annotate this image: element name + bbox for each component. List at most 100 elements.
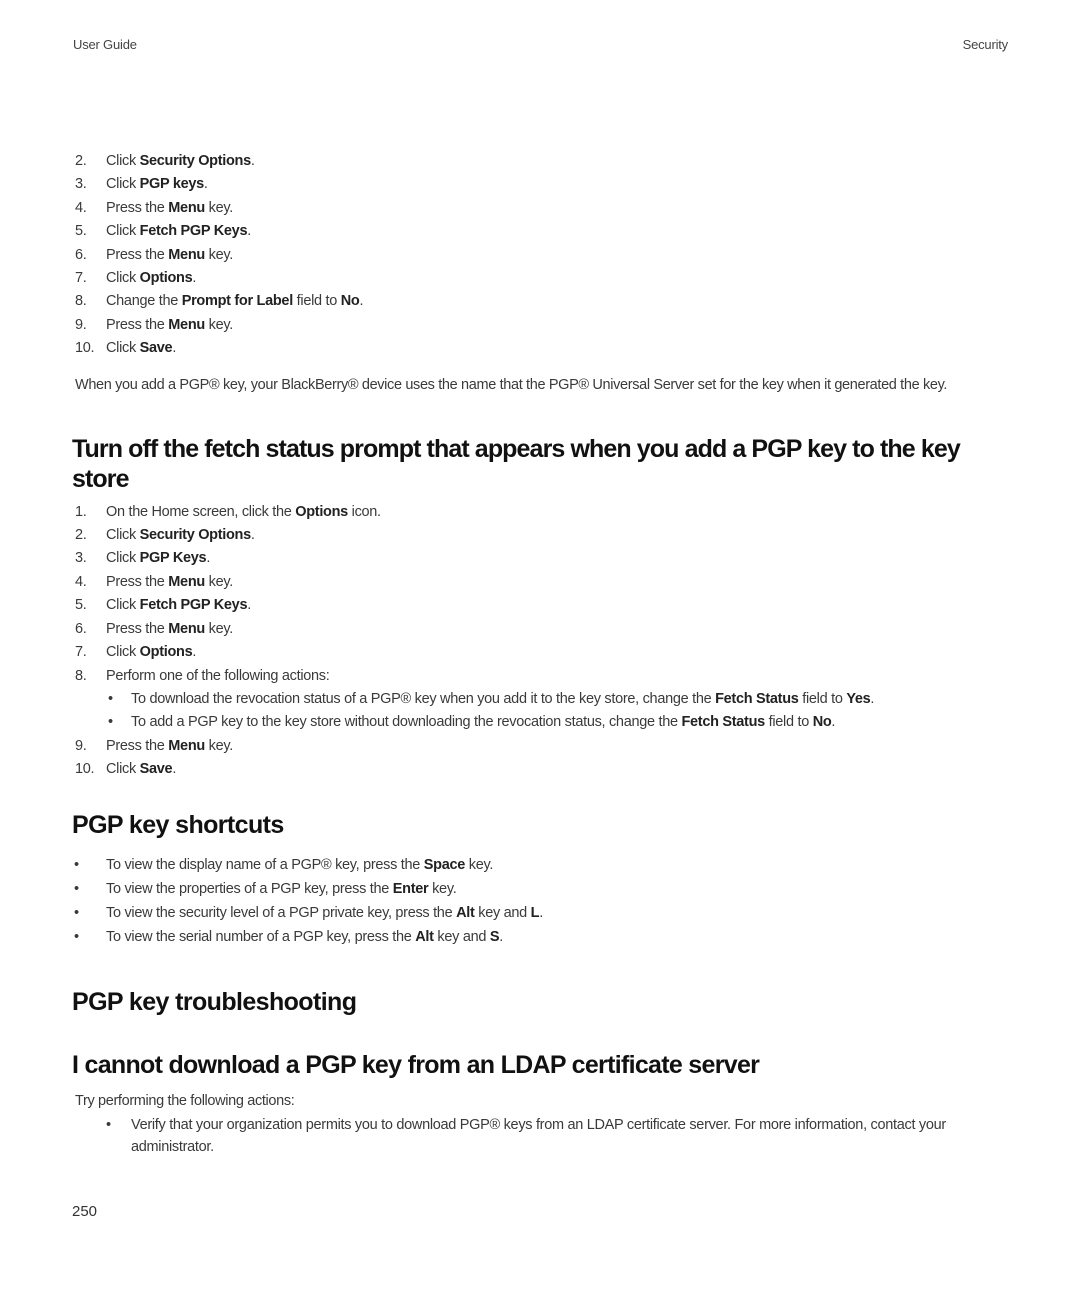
- step-text: Click Security Options.: [106, 150, 1008, 173]
- bullet-text: To view the security level of a PGP priv…: [106, 901, 543, 925]
- step-item: 4. Press the Menu key.: [72, 571, 1008, 594]
- bullet-item: • To download the revocation status of a …: [106, 688, 1008, 711]
- step-item: 5. Click Fetch PGP Keys.: [72, 594, 1008, 617]
- text: field to: [764, 714, 813, 731]
- bullet-item: • To view the display name of a PGP® key,…: [72, 853, 1008, 877]
- text: key.: [428, 880, 457, 897]
- text: To view the security level of a PGP priv…: [106, 904, 457, 921]
- step-number: 1.: [75, 503, 87, 520]
- bold-term: Menu: [168, 316, 205, 333]
- step-item: 9. Press the Menu key.: [72, 735, 1008, 758]
- text: .: [499, 928, 503, 945]
- section-heading-shortcuts: PGP key shortcuts: [72, 810, 284, 839]
- bullet-icon: •: [74, 880, 79, 897]
- step-text: Press the Menu key.: [106, 197, 1008, 220]
- step-number: 9.: [75, 316, 87, 333]
- text: key.: [204, 246, 234, 263]
- text: key.: [204, 737, 234, 754]
- bold-term: Menu: [168, 246, 205, 263]
- step-number: 4.: [75, 199, 87, 216]
- bold-term: Prompt for Label: [181, 293, 294, 310]
- bullet-text: To view the properties of a PGP key, pre…: [106, 877, 457, 901]
- bullet-item: • To view the security level of a PGP pri…: [72, 901, 1008, 925]
- bold-term: Menu: [168, 737, 205, 754]
- text: key.: [204, 573, 234, 590]
- bold-term: Menu: [168, 573, 205, 590]
- step-text: Click Save.: [106, 337, 1008, 360]
- text: key and: [474, 904, 531, 921]
- step-item: 10. Click Save.: [72, 337, 1008, 360]
- step-number: 3.: [75, 176, 87, 193]
- step-text: Press the Menu key.: [106, 735, 1008, 758]
- bold-term: Security Options: [139, 153, 252, 169]
- bold-term: Menu: [168, 199, 205, 216]
- steps-list-fetch-status-end: 9. Press the Menu key. 10. Click Save.: [72, 735, 1008, 782]
- step-text: Press the Menu key.: [106, 314, 1008, 337]
- bullet-icon: •: [74, 904, 79, 921]
- step-number: 7.: [75, 270, 87, 287]
- step-item: 7. Click Options.: [72, 267, 1008, 290]
- bold-term: L: [530, 904, 540, 921]
- action-options-list: • To download the revocation status of a …: [72, 688, 1008, 735]
- text: .: [539, 904, 543, 921]
- text: Click: [106, 644, 140, 661]
- header-doc-title: User Guide: [73, 37, 137, 52]
- text: .: [250, 527, 255, 544]
- bullet-text: To view the serial number of a PGP key, …: [106, 925, 503, 949]
- step-number: 8.: [75, 293, 87, 310]
- text: Click: [106, 597, 140, 614]
- bullet-icon: •: [74, 928, 79, 945]
- text: To view the display name of a PGP® key, …: [106, 856, 424, 873]
- topic-heading-fetch-status: Turn off the fetch status prompt that ap…: [72, 434, 961, 493]
- bullet-icon: •: [106, 1116, 111, 1133]
- text: Click: [106, 761, 140, 778]
- text: field to: [292, 293, 341, 310]
- bullet-item: • To add a PGP key to the key store witho…: [106, 711, 1008, 734]
- bold-term: Security Options: [139, 527, 252, 544]
- text: .: [247, 597, 251, 614]
- text: Press the: [106, 573, 169, 590]
- bold-term: Options: [139, 644, 193, 661]
- steps-list-continued: 2. Click Security Options. 3. Click PGP key…: [72, 150, 1008, 361]
- step-number: 3.: [75, 550, 87, 567]
- text: Press the: [106, 246, 169, 263]
- step-text: On the Home screen, click the Options ic…: [106, 501, 1008, 524]
- step-number: 4.: [75, 573, 87, 590]
- step-text: Press the Menu key.: [106, 618, 1008, 641]
- text: .: [172, 761, 177, 778]
- text: Click: [106, 550, 140, 567]
- text: key and: [433, 928, 490, 945]
- step-number: 6.: [75, 620, 87, 637]
- text: Click: [106, 527, 140, 544]
- bold-term: Fetch PGP Keys: [139, 223, 248, 240]
- step-item: 4. Press the Menu key.: [72, 197, 1008, 220]
- text: Press the: [106, 199, 169, 216]
- text: key.: [204, 620, 234, 637]
- text: .: [192, 644, 197, 661]
- text: To view the serial number of a PGP key, …: [106, 928, 416, 945]
- step-number: 2.: [75, 153, 87, 169]
- bold-term: S: [489, 928, 500, 945]
- steps-list-fetch-status: 1. On the Home screen, click the Options …: [72, 501, 1008, 688]
- text: .: [359, 293, 364, 310]
- step-text: Click Fetch PGP Keys.: [106, 594, 1008, 617]
- bold-term: Enter: [392, 880, 429, 897]
- text: .: [831, 714, 836, 731]
- text: .: [250, 153, 255, 169]
- text: key.: [204, 199, 234, 216]
- text: To view the properties of a PGP key, pre…: [106, 880, 393, 897]
- text: .: [870, 690, 875, 707]
- bold-term: Fetch Status: [681, 714, 765, 731]
- step-number: 8.: [75, 667, 87, 684]
- bullet-text: To add a PGP key to the key store withou…: [131, 711, 835, 734]
- bold-term: Fetch PGP Keys: [139, 597, 248, 614]
- step-number: 5.: [75, 597, 87, 614]
- step-text: Click Fetch PGP Keys.: [106, 220, 1008, 243]
- step-text: Click PGP keys.: [106, 173, 1008, 196]
- bold-term: PGP keys: [139, 176, 205, 193]
- text: Change the: [106, 293, 182, 310]
- bullet-text: To download the revocation status of a P…: [131, 688, 874, 711]
- step-item: 9. Press the Menu key.: [72, 314, 1008, 337]
- step-text: Press the Menu key.: [106, 244, 1008, 267]
- step-item: 10. Click Save.: [72, 758, 1008, 781]
